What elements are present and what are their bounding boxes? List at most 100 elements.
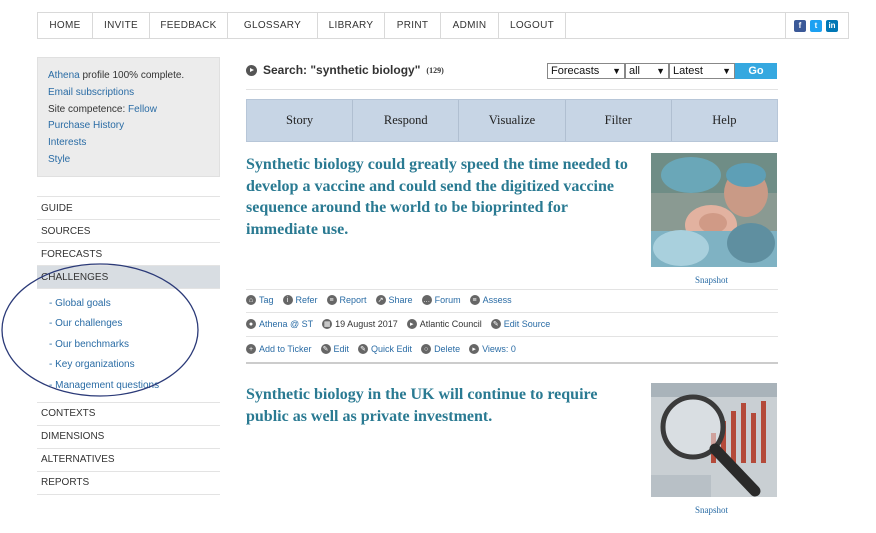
article-thumbnail[interactable] bbox=[651, 153, 777, 267]
author[interactable]: ● Athena @ ST bbox=[246, 319, 313, 329]
edit-source-action[interactable]: ✎ Edit Source bbox=[490, 319, 551, 329]
tag-label: Tag bbox=[259, 295, 274, 305]
sidebar-item-sources[interactable]: SOURCES bbox=[37, 220, 220, 243]
divider bbox=[246, 312, 778, 313]
forum-icon: … bbox=[421, 295, 432, 305]
facebook-icon[interactable]: f bbox=[794, 19, 806, 32]
snapshot-link[interactable]: Snapshot bbox=[695, 275, 728, 285]
sidebar-item-forecasts[interactable]: FORECASTS bbox=[37, 243, 220, 266]
sidebar-item-guide[interactable]: GUIDE bbox=[37, 197, 220, 220]
share-label: Share bbox=[388, 295, 413, 305]
info-icon: i bbox=[282, 295, 293, 305]
quick-edit-action[interactable]: ✎ Quick Edit bbox=[358, 344, 412, 354]
subitem-our-challenges[interactable]: - Our challenges bbox=[37, 314, 220, 335]
sidebar-item-alternatives[interactable]: ALTERNATIVES bbox=[37, 449, 220, 472]
nav-admin[interactable]: ADMIN bbox=[441, 13, 499, 38]
divider bbox=[246, 362, 778, 364]
edit-source-label: Edit Source bbox=[503, 319, 551, 329]
type-select[interactable]: Forecasts ▼ bbox=[547, 63, 625, 79]
scope-select[interactable]: all ▼ bbox=[625, 63, 669, 79]
search-label: Search: "synthetic biology" bbox=[263, 63, 421, 77]
snapshot-link[interactable]: Snapshot bbox=[695, 505, 728, 515]
tab-respond[interactable]: Respond bbox=[353, 100, 460, 141]
source-label: Atlantic Council bbox=[419, 319, 482, 329]
go-button[interactable]: Go bbox=[735, 63, 777, 79]
report-action[interactable]: ≡ Report bbox=[326, 295, 367, 305]
nav-glossary[interactable]: GLOSSARY bbox=[228, 13, 318, 38]
report-icon: ≡ bbox=[326, 295, 337, 305]
search-row: Search: "synthetic biology" (129) Foreca… bbox=[246, 62, 778, 82]
tab-filter[interactable]: Filter bbox=[566, 100, 672, 141]
nav-invite[interactable]: INVITE bbox=[93, 13, 150, 38]
divider bbox=[246, 289, 778, 290]
nav-library[interactable]: LIBRARY bbox=[318, 13, 385, 38]
refer-action[interactable]: i Refer bbox=[282, 295, 318, 305]
assess-action[interactable]: ≡ Assess bbox=[469, 295, 512, 305]
play-circle-icon: ▸ bbox=[406, 319, 417, 329]
divider bbox=[246, 89, 778, 90]
circle-icon: ○ bbox=[421, 344, 432, 354]
top-nav: HOME INVITE FEEDBACK GLOSSARY LIBRARY PR… bbox=[37, 12, 849, 39]
nav-print[interactable]: PRINT bbox=[385, 13, 441, 38]
twitter-icon[interactable]: t bbox=[810, 19, 822, 32]
share-action[interactable]: ↗ Share bbox=[375, 295, 413, 305]
share-icon: ↗ bbox=[375, 295, 386, 305]
nav-home[interactable]: HOME bbox=[38, 13, 93, 38]
article-title[interactable]: Synthetic biology in the UK will continu… bbox=[246, 384, 636, 427]
forum-action[interactable]: … Forum bbox=[421, 295, 461, 305]
sidebar-item-reports[interactable]: REPORTS bbox=[37, 472, 220, 495]
tag-action[interactable]: ⌂ Tag bbox=[246, 295, 274, 305]
plus-icon: + bbox=[246, 344, 256, 354]
add-to-ticker-label: Add to Ticker bbox=[259, 344, 312, 354]
article-title[interactable]: Synthetic biology could greatly speed th… bbox=[246, 154, 636, 240]
subitem-our-benchmarks[interactable]: - Our benchmarks bbox=[37, 334, 220, 355]
assess-icon: ≡ bbox=[469, 295, 480, 305]
delete-action[interactable]: ○ Delete bbox=[421, 344, 460, 354]
date-label: 19 August 2017 bbox=[335, 319, 398, 329]
pencil-icon: ✎ bbox=[358, 344, 369, 354]
nav-feedback[interactable]: FEEDBACK bbox=[150, 13, 228, 38]
style-link[interactable]: Style bbox=[48, 152, 209, 169]
scope-select-value: all bbox=[629, 65, 641, 77]
email-subscriptions-link[interactable]: Email subscriptions bbox=[48, 85, 209, 102]
sidebar-item-challenges[interactable]: CHALLENGES bbox=[37, 266, 220, 289]
tab-help[interactable]: Help bbox=[672, 100, 777, 141]
date: ▦ 19 August 2017 bbox=[322, 319, 398, 329]
quick-edit-label: Quick Edit bbox=[371, 344, 413, 354]
profile-box: Athena profile 100% complete. Email subs… bbox=[37, 57, 220, 177]
challenges-submenu: - Global goals - Our challenges - Our be… bbox=[37, 289, 220, 403]
interests-link[interactable]: Interests bbox=[48, 135, 209, 152]
edit-label: Edit bbox=[333, 344, 350, 354]
article-meta-row: ● Athena @ ST ▦ 19 August 2017 ▸ Atlantic C… bbox=[246, 317, 550, 331]
tab-story[interactable]: Story bbox=[247, 100, 354, 141]
site-competence-label: Site competence: bbox=[48, 103, 126, 115]
source: ▸ Atlantic Council bbox=[406, 319, 482, 329]
search-title: Search: "synthetic biology" (129) bbox=[246, 63, 444, 77]
divider bbox=[246, 336, 778, 337]
tab-visualize[interactable]: Visualize bbox=[459, 100, 566, 141]
edit-action[interactable]: ✎ Edit bbox=[320, 344, 350, 354]
author-label: Athena @ ST bbox=[259, 319, 314, 329]
forum-label: Forum bbox=[434, 295, 461, 305]
profile-name-link[interactable]: Athena bbox=[48, 70, 80, 81]
tab-bar: Story Respond Visualize Filter Help bbox=[246, 99, 778, 142]
tag-icon: ⌂ bbox=[246, 295, 256, 305]
profile-complete-text: profile 100% complete. bbox=[82, 70, 185, 81]
sidebar-item-dimensions[interactable]: DIMENSIONS bbox=[37, 426, 220, 449]
subitem-management-questions[interactable]: - Management questions bbox=[37, 375, 220, 396]
pencil-icon: ✎ bbox=[490, 319, 501, 329]
user-icon: ● bbox=[246, 319, 256, 329]
subitem-key-organizations[interactable]: - Key organizations bbox=[37, 355, 220, 376]
linkedin-icon[interactable]: in bbox=[826, 19, 838, 32]
site-competence-value[interactable]: Fellow bbox=[128, 104, 157, 115]
purchase-history-link[interactable]: Purchase History bbox=[48, 118, 209, 135]
add-to-ticker-action[interactable]: + Add to Ticker bbox=[246, 344, 312, 354]
article-thumbnail[interactable] bbox=[651, 383, 777, 497]
subitem-global-goals[interactable]: - Global goals bbox=[37, 293, 220, 314]
delete-label: Delete bbox=[434, 344, 461, 354]
article-edit-row: + Add to Ticker ✎ Edit ✎ Quick Edit ○ Delete… bbox=[246, 342, 516, 356]
nav-logout[interactable]: LOGOUT bbox=[499, 13, 566, 38]
sort-select[interactable]: Latest ▼ bbox=[669, 63, 735, 79]
chevron-down-icon: ▼ bbox=[722, 66, 731, 76]
sidebar-item-contexts[interactable]: CONTEXTS bbox=[37, 403, 220, 426]
